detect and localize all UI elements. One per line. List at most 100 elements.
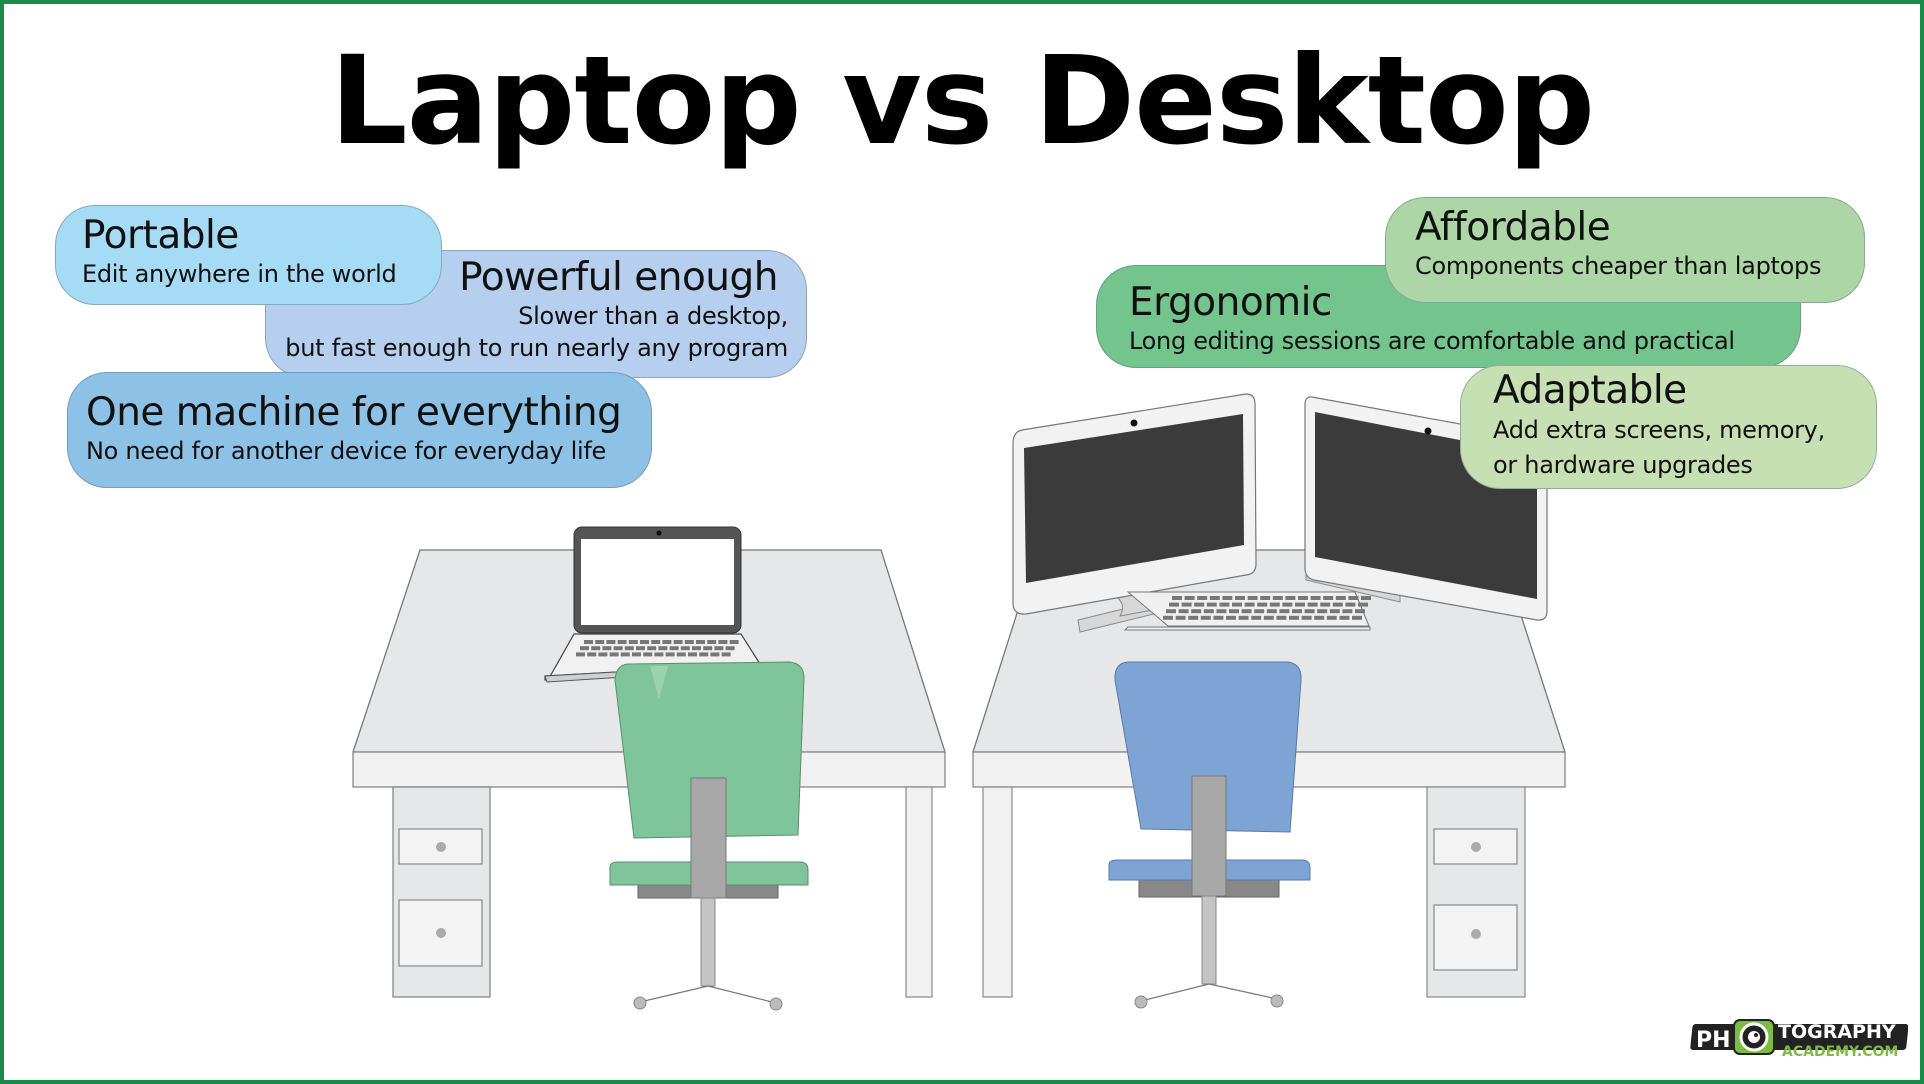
key: [1295, 602, 1305, 607]
benefit-text: Components cheaper than laptops: [1415, 252, 1822, 280]
key: [1163, 615, 1173, 620]
benefit-heading: One machine for everything: [86, 390, 622, 435]
key: [654, 652, 664, 657]
photography-academy-logo: PH TOGRAPHY ACADEMY.COM: [1690, 1019, 1908, 1060]
logo-text-tography: TOGRAPHY: [1778, 1021, 1896, 1043]
key: [1304, 609, 1315, 614]
workstation-illustration: [352, 393, 1566, 1011]
monitor-webcam: [1130, 419, 1138, 427]
key: [576, 652, 585, 657]
benefit-text: Edit anywhere in the world: [82, 260, 397, 288]
key: [1289, 615, 1299, 620]
camera-lens-icon: [1733, 1019, 1775, 1055]
key: [680, 646, 690, 651]
benefit-text: Long editing sessions are comfortable an…: [1129, 327, 1735, 355]
benefit-text: No need for another device for everyday …: [86, 437, 607, 465]
key: [1244, 602, 1255, 607]
key: [1188, 615, 1199, 620]
key: [1332, 602, 1343, 607]
key: [1310, 596, 1321, 600]
chair-stem: [700, 897, 716, 987]
desk-leg: [982, 786, 1013, 998]
key: [1222, 596, 1233, 600]
key: [1200, 615, 1211, 620]
key: [1301, 615, 1312, 620]
benefit-heading: Affordable: [1415, 205, 1611, 250]
key: [1178, 609, 1189, 614]
key: [1181, 602, 1192, 607]
key: [1285, 596, 1296, 600]
laptop-chair: [609, 661, 809, 1011]
key: [1203, 609, 1214, 614]
key: [628, 640, 638, 644]
key: [1235, 596, 1245, 600]
monitor-webcam: [1424, 427, 1432, 435]
key: [624, 646, 634, 651]
key: [1361, 596, 1371, 600]
key: [1326, 615, 1337, 620]
key: [676, 652, 686, 657]
logo-text-academy: ACADEMY.COM: [1782, 1044, 1898, 1060]
laptop-icon: [544, 526, 763, 683]
benefit-bubble-portable: Portable Edit anywhere in the world: [55, 205, 442, 305]
key: [1269, 602, 1280, 607]
key: [1320, 602, 1331, 607]
key: [707, 640, 717, 644]
key: [620, 652, 630, 657]
key: [1355, 609, 1365, 614]
key: [696, 640, 705, 644]
key: [692, 646, 701, 651]
key: [1226, 615, 1236, 620]
key: [602, 646, 612, 651]
key: [1166, 609, 1176, 614]
key: [587, 652, 597, 657]
key: [718, 640, 728, 644]
key: [1348, 596, 1359, 600]
laptop-webcam: [656, 530, 662, 536]
key: [1219, 602, 1230, 607]
chair-backrest-post: [1191, 775, 1227, 897]
key: [1172, 596, 1182, 600]
key: [1184, 596, 1195, 600]
key: [729, 640, 739, 644]
chair-wheel: [1134, 995, 1148, 1009]
drawer-knob: [1471, 842, 1481, 852]
key: [1229, 609, 1239, 614]
key: [1358, 602, 1368, 607]
key: [1197, 596, 1208, 600]
logo-text-ph: PH: [1696, 1028, 1731, 1053]
key: [1272, 596, 1283, 600]
key: [1254, 609, 1265, 614]
key: [640, 640, 649, 644]
key: [1323, 596, 1334, 600]
key: [1206, 602, 1217, 607]
key: [613, 646, 623, 651]
key: [684, 640, 694, 644]
key: [662, 640, 672, 644]
key: [658, 646, 668, 651]
key: [1191, 609, 1202, 614]
key: [1298, 596, 1308, 600]
benefit-bubble-adaptable: Adaptable Add extra screens, memory, or …: [1460, 365, 1877, 489]
key: [584, 640, 593, 644]
key: [1251, 615, 1262, 620]
key: [721, 652, 731, 657]
benefit-text: or hardware upgrades: [1493, 451, 1753, 479]
benefit-heading: Portable: [82, 213, 239, 258]
key: [1329, 609, 1340, 614]
key: [1342, 609, 1353, 614]
key: [595, 640, 605, 644]
key: [699, 652, 709, 657]
key: [1257, 602, 1268, 607]
desk-leg: [905, 786, 933, 998]
key: [673, 640, 683, 644]
key: [1216, 609, 1227, 614]
key: [632, 652, 641, 657]
benefit-text: Add extra screens, memory,: [1493, 416, 1825, 444]
key: [1339, 615, 1350, 620]
key: [1279, 609, 1290, 614]
key: [617, 640, 627, 644]
chair-wheel: [1270, 994, 1284, 1008]
key: [643, 652, 653, 657]
chair-backrest-post: [690, 777, 727, 899]
